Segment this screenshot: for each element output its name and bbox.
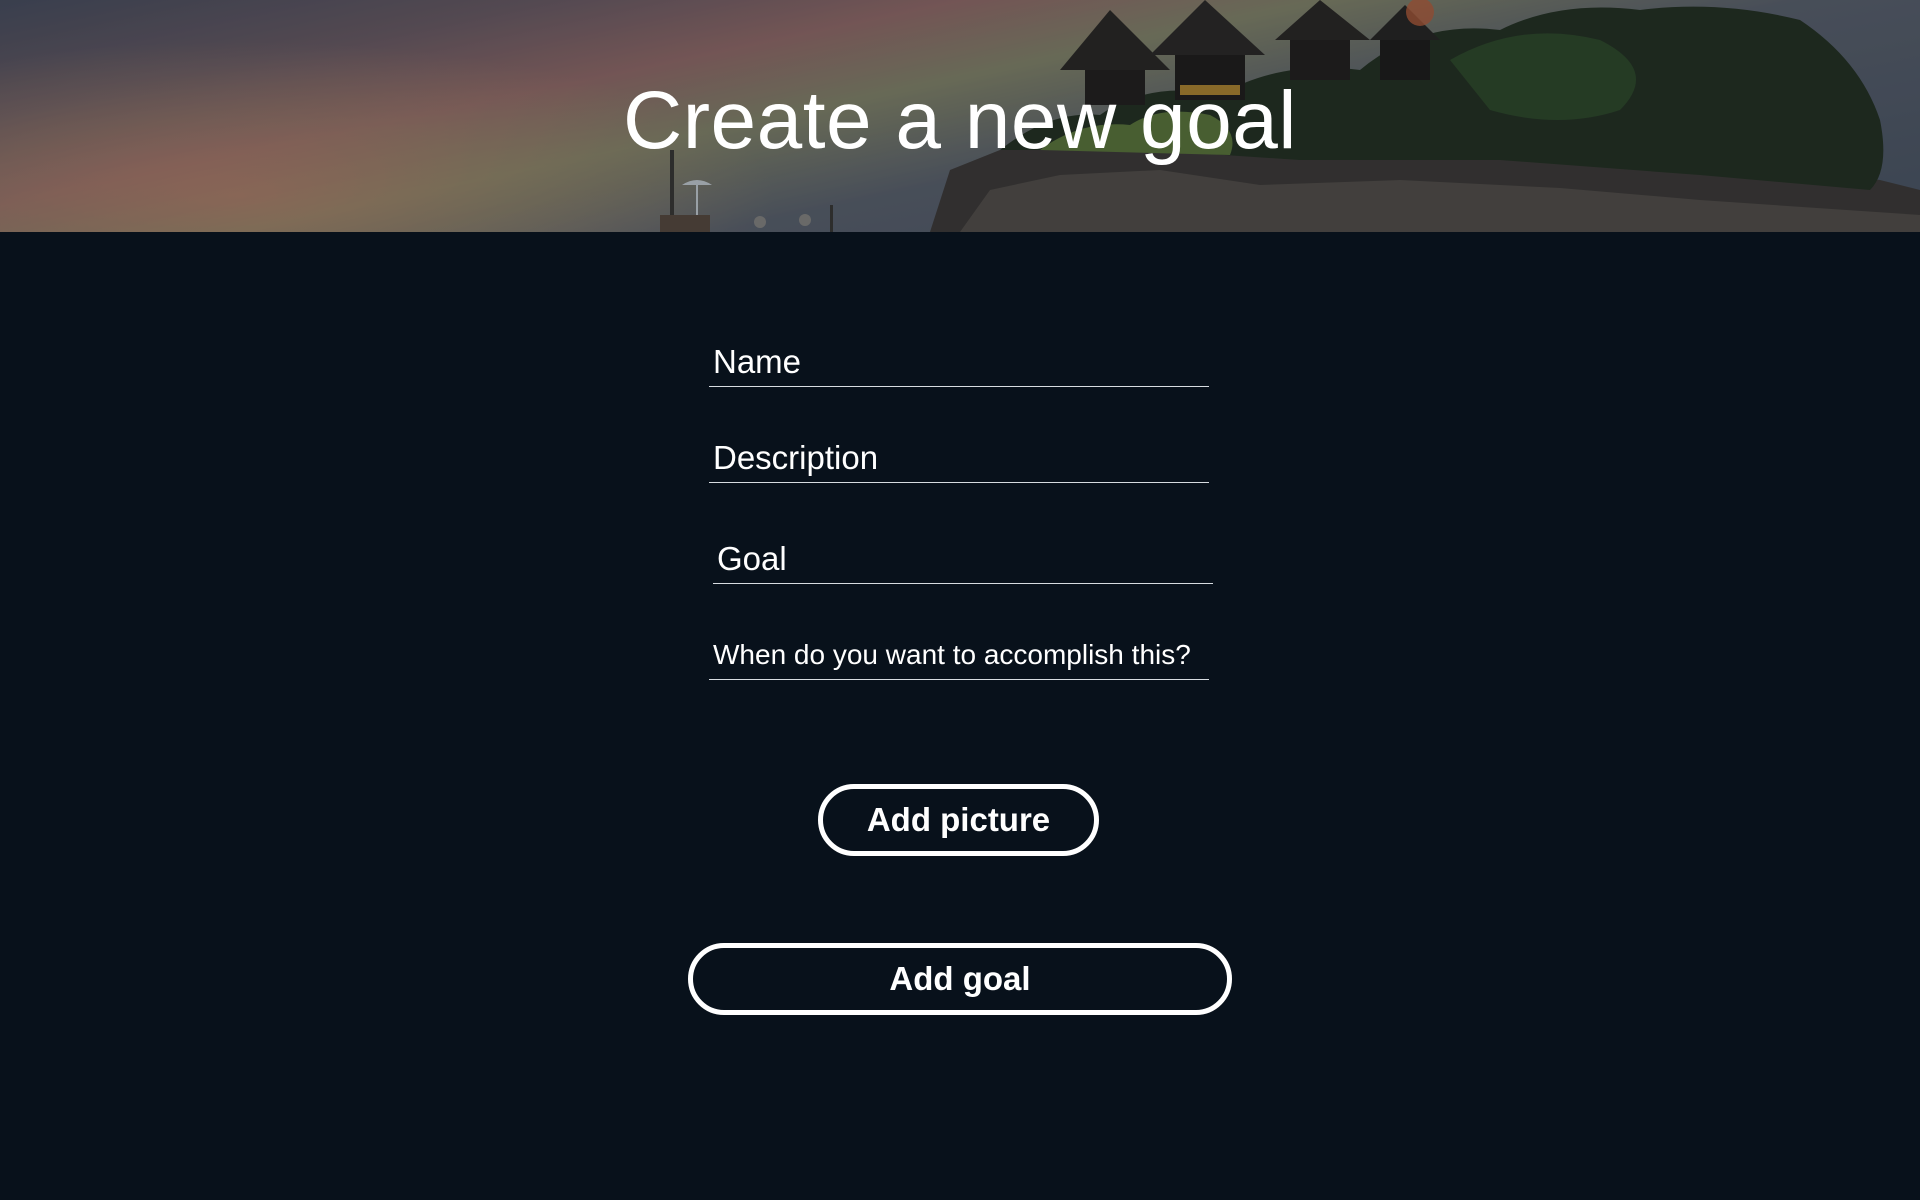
- hero-banner: Create a new goal: [0, 0, 1920, 232]
- name-field: [709, 338, 1209, 387]
- description-field: [709, 434, 1209, 483]
- name-input[interactable]: [709, 338, 1209, 386]
- page-title: Create a new goal: [622, 75, 1298, 166]
- goal-field: [713, 535, 1213, 584]
- description-input[interactable]: [709, 434, 1209, 482]
- create-goal-page: Create a new goal Add picture Add goal: [0, 0, 1920, 1200]
- add-picture-button[interactable]: Add picture: [818, 784, 1099, 856]
- add-goal-button[interactable]: Add goal: [688, 943, 1232, 1015]
- goal-input[interactable]: [713, 535, 1213, 583]
- deadline-field: [709, 631, 1209, 680]
- deadline-input[interactable]: [709, 631, 1209, 679]
